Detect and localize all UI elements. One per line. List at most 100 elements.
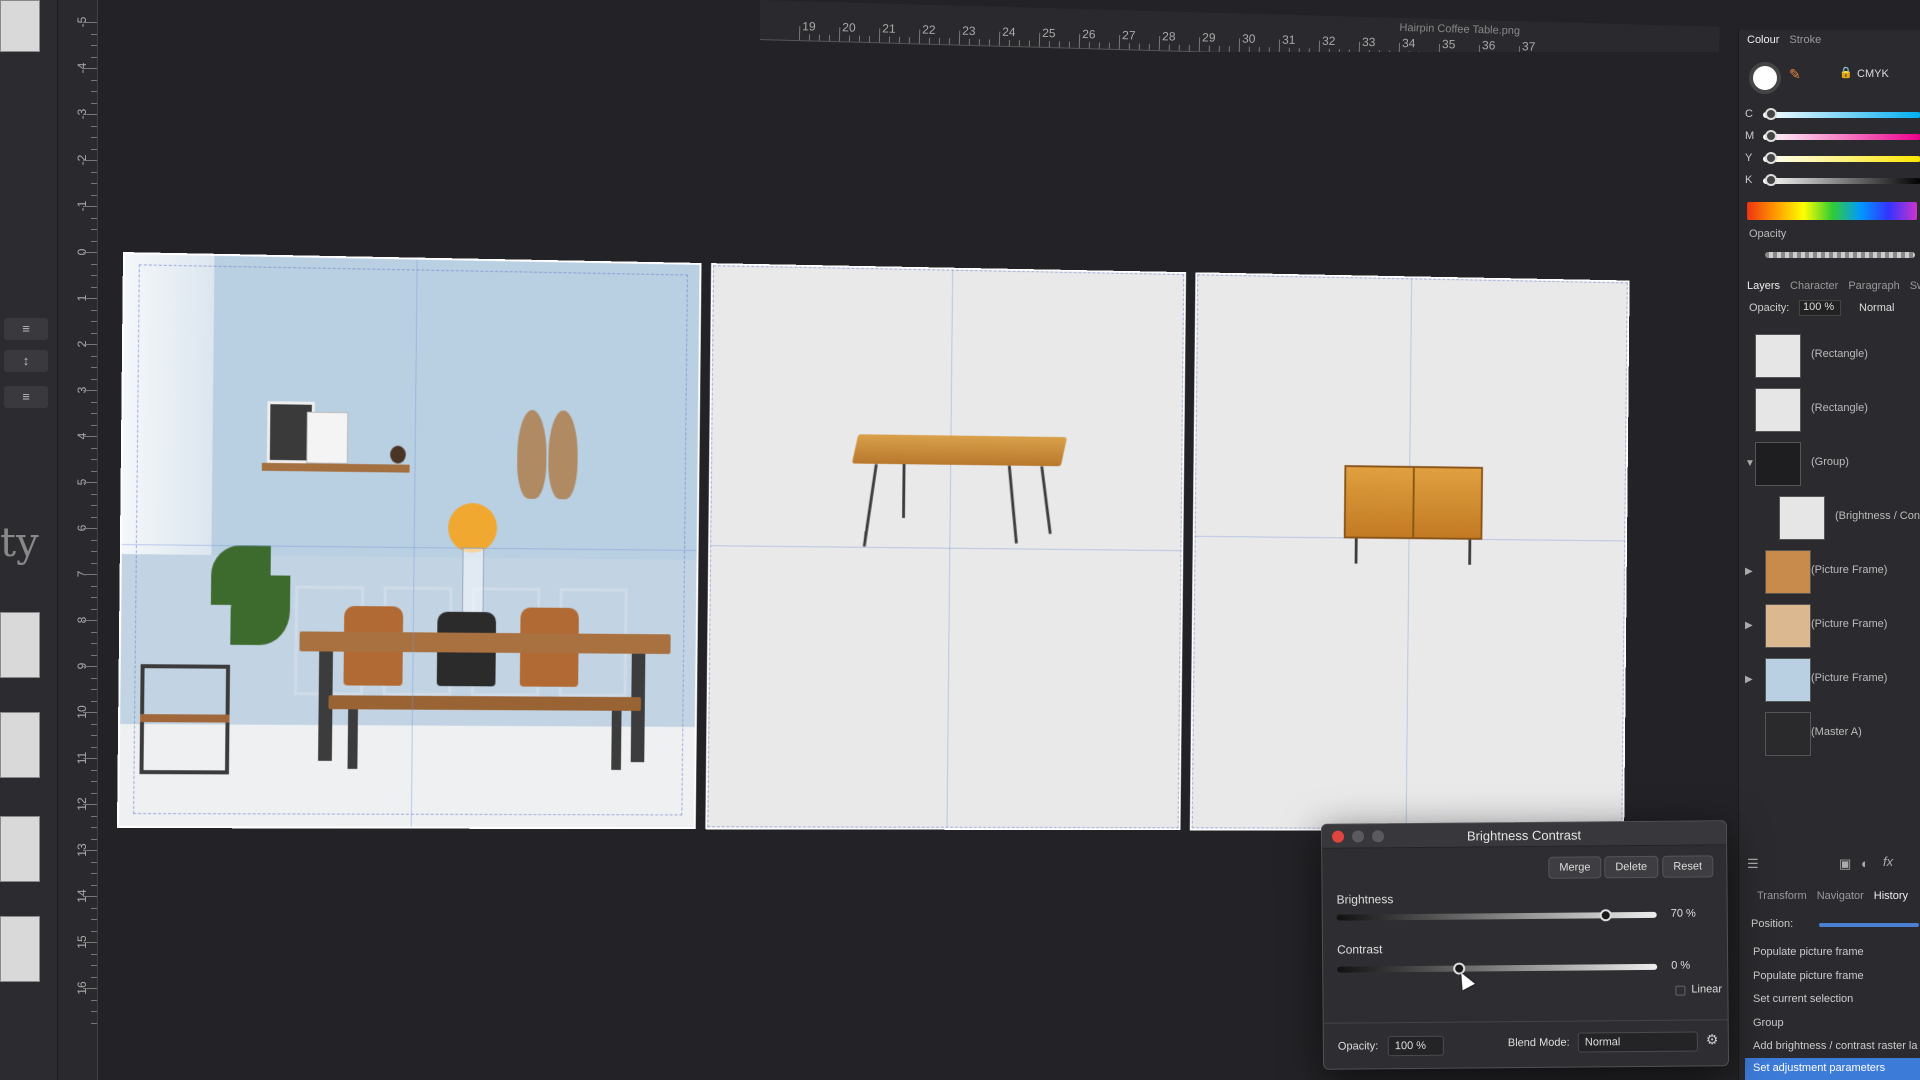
ruler-number: 27 <box>1122 28 1136 42</box>
layer-item[interactable]: ▶ (Picture Frame) <box>1739 600 1920 650</box>
sideboard-leg <box>1468 540 1471 565</box>
ruler-tick <box>91 586 97 587</box>
picture-frame-coffee-table[interactable] <box>705 263 1186 830</box>
ruler-tick <box>1299 48 1300 52</box>
page-thumbnail[interactable] <box>0 712 40 778</box>
history-item-selected[interactable]: Set adjustment parameters <box>1745 1058 1920 1080</box>
cmyk-m-slider[interactable]: M <box>1745 130 1920 144</box>
ruler-tick <box>1129 43 1130 49</box>
layer-item[interactable]: (Rectangle) <box>1739 384 1920 434</box>
ruler-tick <box>91 563 97 564</box>
ruler-tick <box>91 724 97 725</box>
ruler-number: 28 <box>1162 29 1176 43</box>
cmyk-c-slider[interactable]: C <box>1745 108 1920 122</box>
history-item[interactable]: Group <box>1753 1017 1784 1029</box>
ruler-tick <box>91 264 97 265</box>
layer-item[interactable]: ▶ (Picture Frame) <box>1739 654 1920 704</box>
layer-item[interactable]: (Brightness / Contr <box>1739 492 1920 542</box>
page-thumbnail[interactable] <box>0 916 40 982</box>
ruler-tick <box>889 37 890 43</box>
menu-icon[interactable]: ≡ <box>4 318 48 340</box>
tab-stroke[interactable]: Stroke <box>1789 34 1821 46</box>
colour-spectrum[interactable] <box>1747 202 1917 220</box>
ruler-tick <box>91 540 97 541</box>
cmyk-k-slider[interactable]: K <box>1745 174 1920 188</box>
layer-thumbnail <box>1755 334 1801 378</box>
layers-stack-icon[interactable]: ☰ <box>1747 856 1759 872</box>
ruler-tick <box>1329 49 1330 52</box>
page-thumbnail[interactable] <box>0 816 40 882</box>
brightness-value[interactable]: 70 % <box>1671 908 1696 920</box>
tab-paragraph[interactable]: Paragraph <box>1848 280 1899 292</box>
delete-button[interactable]: Delete <box>1604 856 1658 878</box>
expand-arrow-icon[interactable]: ▶ <box>1745 674 1753 685</box>
tab-navigator[interactable]: Navigator <box>1817 890 1864 902</box>
fx-icon[interactable]: fx <box>1883 854 1893 869</box>
layers-blend-mode[interactable]: Normal <box>1859 302 1894 314</box>
page-thumbnail[interactable] <box>0 0 40 52</box>
history-item[interactable]: Populate picture frame <box>1753 946 1864 958</box>
ruler-tick <box>1039 33 1040 47</box>
ruler-tick <box>859 36 860 42</box>
gear-icon[interactable]: ⚙ <box>1706 1031 1719 1048</box>
opacity-slider[interactable] <box>1765 252 1915 258</box>
ruler-tick <box>1319 41 1320 52</box>
blend-mode-select[interactable]: Normal <box>1578 1031 1698 1052</box>
picture-frame-dining-room[interactable] <box>117 252 702 829</box>
ruler-tick <box>83 22 97 23</box>
ruler-tick <box>83 850 97 851</box>
ruler-tick <box>83 988 97 989</box>
reset-button[interactable]: Reset <box>1662 855 1713 877</box>
ruler-tick <box>91 34 97 35</box>
canvas-spread[interactable] <box>117 252 1630 831</box>
ruler-tick <box>1479 45 1480 52</box>
tab-colour[interactable]: Colour <box>1747 34 1779 46</box>
dialog-titlebar[interactable]: Brightness Contrast <box>1322 821 1726 849</box>
brightness-slider-handle[interactable] <box>1599 909 1611 921</box>
layer-item[interactable]: (Rectangle) <box>1739 330 1920 380</box>
layer-item[interactable]: ▶ (Picture Frame) <box>1739 546 1920 596</box>
history-item[interactable]: Set current selection <box>1753 993 1853 1005</box>
history-item[interactable]: Add brightness / contrast raster la <box>1753 1040 1917 1052</box>
ruler-tick <box>1389 51 1390 52</box>
ruler-tick <box>91 735 97 736</box>
brightness-slider[interactable] <box>1337 912 1657 921</box>
opacity-label: Opacity <box>1749 228 1786 240</box>
tab-transform[interactable]: Transform <box>1757 890 1807 902</box>
cmyk-y-slider[interactable]: Y <box>1745 152 1920 166</box>
contrast-value[interactable]: 0 % <box>1671 960 1690 972</box>
ruler-tick <box>91 494 97 495</box>
collapse-arrow-icon[interactable]: ▼ <box>1745 458 1755 469</box>
expand-arrow-icon[interactable]: ▶ <box>1745 620 1753 631</box>
page-thumbnail[interactable] <box>0 612 40 678</box>
merge-button[interactable]: Merge <box>1548 856 1601 878</box>
contrast-slider[interactable] <box>1337 964 1657 973</box>
history-position-slider[interactable] <box>1819 923 1919 927</box>
picture-frame-sideboard[interactable] <box>1190 272 1630 831</box>
tab-swatches[interactable]: Swat <box>1910 280 1920 292</box>
stepper-icon[interactable]: ↕ <box>4 350 48 372</box>
layer-item[interactable]: ▼ (Group) <box>1739 438 1920 488</box>
history-item[interactable]: Populate picture frame <box>1753 970 1864 982</box>
tab-layers[interactable]: Layers <box>1747 280 1780 292</box>
picker-icon[interactable]: ✎ <box>1789 66 1801 83</box>
colour-tabs: Colour Stroke <box>1739 30 1920 50</box>
adjustment-layer-icon[interactable]: ◐ <box>1861 856 1869 871</box>
tab-history[interactable]: History <box>1874 890 1908 902</box>
layer-item[interactable]: (Master A) <box>1739 708 1920 758</box>
ruler-tick <box>83 160 97 161</box>
opacity-field[interactable]: 100 % <box>1388 1036 1444 1056</box>
ruler-number: 31 <box>1282 33 1296 47</box>
lock-icon[interactable]: 🔒 <box>1839 66 1853 79</box>
mask-icon[interactable]: ▣ <box>1839 856 1851 872</box>
expand-arrow-icon[interactable]: ▶ <box>1745 566 1753 577</box>
menu-icon[interactable]: ≡ <box>4 386 48 408</box>
colour-mode[interactable]: CMYK <box>1857 68 1889 80</box>
tab-character[interactable]: Character <box>1790 280 1838 292</box>
linear-checkbox[interactable] <box>1675 986 1685 996</box>
frame-margin <box>133 264 688 815</box>
ruler-tick <box>909 37 910 43</box>
ruler-tick <box>91 80 97 81</box>
layers-opacity-field[interactable]: 100 % <box>1799 300 1841 316</box>
fill-swatch-icon[interactable] <box>1749 62 1781 94</box>
